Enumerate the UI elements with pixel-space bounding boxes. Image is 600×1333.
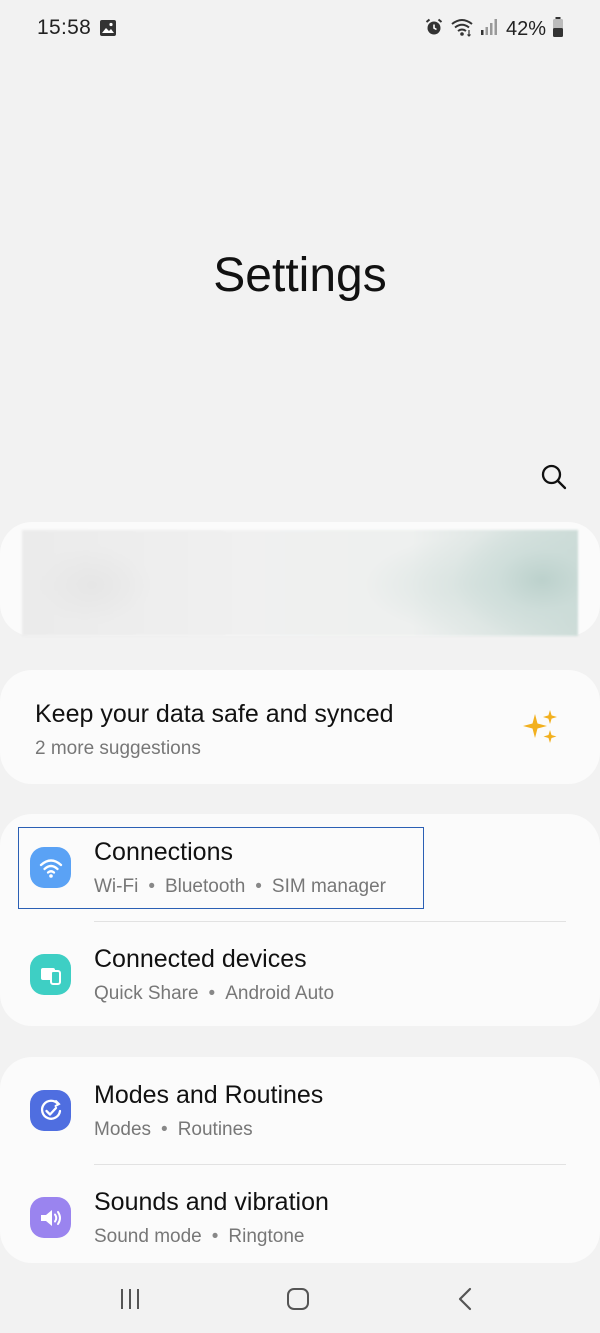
navigation-bar [0, 1263, 600, 1333]
status-icons: 42% [424, 16, 564, 42]
wifi-icon [450, 17, 474, 42]
account-card[interactable] [0, 522, 600, 636]
settings-item-modes-and-routines[interactable]: Modes and Routines Modes • Routines [0, 1057, 600, 1163]
check-circle-icon [30, 1090, 71, 1131]
signal-icon [480, 17, 498, 42]
row-subtitle: Quick Share • Android Auto [94, 983, 335, 1004]
recent-apps-icon [121, 1289, 139, 1309]
battery-icon [552, 16, 564, 43]
row-subtitle: Modes • Routines [94, 1119, 253, 1140]
sparkle-icon [522, 708, 560, 746]
row-title: Sounds and vibration [94, 1188, 329, 1216]
settings-item-sounds-and-vibration[interactable]: Sounds and vibration Sound mode • Ringtone [0, 1164, 600, 1270]
row-title: Connected devices [94, 945, 307, 973]
recent-apps-button[interactable] [110, 1279, 150, 1319]
status-bar: 15:58 42% [0, 0, 600, 60]
account-banner [22, 530, 578, 636]
gallery-icon [99, 19, 117, 37]
devices-icon [30, 954, 71, 995]
search-button[interactable] [534, 457, 574, 497]
back-button[interactable] [446, 1279, 486, 1319]
row-subtitle: Sound mode • Ringtone [94, 1226, 305, 1247]
row-subtitle: Wi-Fi • Bluetooth • SIM manager [94, 876, 386, 897]
row-title: Modes and Routines [94, 1081, 324, 1109]
settings-group-1: Connections Wi-Fi • Bluetooth • SIM manager … [0, 814, 600, 1026]
speaker-icon [30, 1197, 71, 1238]
battery-percent: 42% [505, 17, 546, 40]
wifi-icon [30, 847, 71, 888]
settings-item-connections[interactable]: Connections Wi-Fi • Bluetooth • SIM manager [0, 814, 600, 920]
status-time: 15:58 [37, 16, 92, 39]
suggestion-card[interactable]: Keep your data safe and synced 2 more su… [0, 670, 600, 784]
settings-group-2: Modes and Routines Modes • Routines Sounds… [0, 1057, 600, 1263]
settings-item-connected-devices[interactable]: Connected devices Quick Share • Android Au… [0, 921, 600, 1027]
home-icon [287, 1288, 309, 1310]
back-icon [458, 1287, 472, 1311]
home-button[interactable] [278, 1279, 318, 1319]
row-title: Connections [94, 838, 233, 866]
search-icon [541, 464, 567, 490]
page-title: Settings [213, 249, 387, 302]
suggestion-title: Keep your data safe and synced [35, 700, 394, 728]
suggestion-subtitle: 2 more suggestions [35, 738, 201, 759]
alarm-icon [424, 17, 444, 42]
